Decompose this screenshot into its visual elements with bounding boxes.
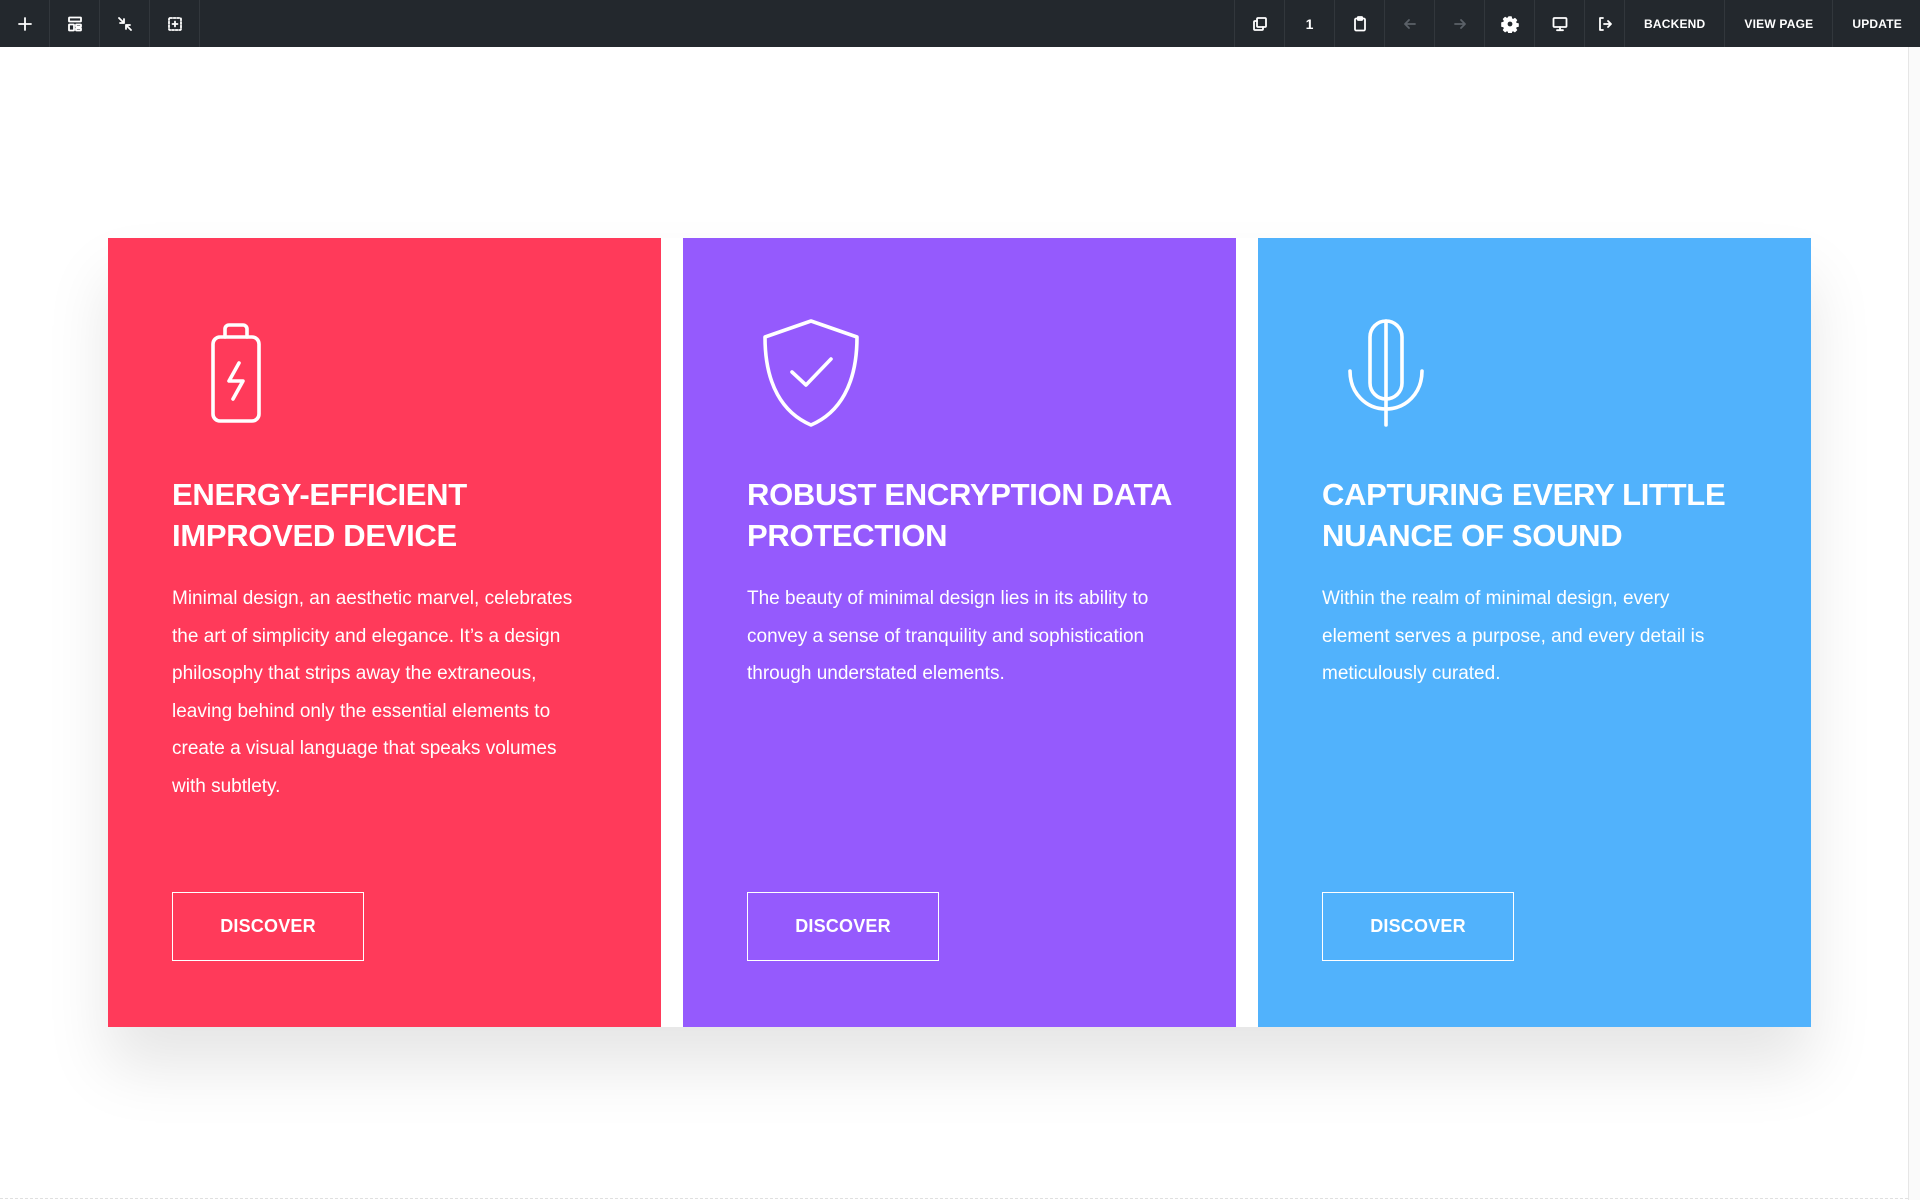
select-region-button[interactable] [150, 0, 200, 47]
copy-pages-icon [1252, 16, 1267, 31]
collapse-button[interactable] [100, 0, 150, 47]
clipboard-button[interactable] [1334, 0, 1384, 47]
page-count-value: 1 [1305, 15, 1314, 32]
settings-button[interactable] [1484, 0, 1534, 47]
arrow-right-icon [1453, 18, 1466, 29]
feature-card-encryption: ROBUST ENCRYPTION DATA PROTECTION The be… [683, 238, 1236, 1027]
responsive-preview-button[interactable] [1534, 0, 1584, 47]
arrow-left-icon [1403, 18, 1416, 29]
gear-icon [1500, 15, 1519, 33]
feature-card-sound: CAPTURING EVERY LITTLE NUANCE OF SOUND W… [1258, 238, 1811, 1027]
microphone-icon [1322, 314, 1450, 432]
feature-card-energy: ENERGY-EFFICIENT IMPROVED DEVICE Minimal… [108, 238, 661, 1027]
undo-button[interactable] [1384, 0, 1434, 47]
plus-icon [17, 16, 32, 31]
add-element-button[interactable] [0, 0, 50, 47]
page-count[interactable]: 1 [1284, 0, 1334, 47]
builder-toolbar: 1 BACKEND VIEW PAGE UPDATE [0, 0, 1920, 47]
toolbar-right-group: 1 BACKEND VIEW PAGE UPDATE [1234, 0, 1920, 47]
exit-icon [1598, 16, 1612, 31]
card-description: Within the realm of minimal design, ever… [1322, 588, 1705, 684]
shield-check-icon [747, 314, 875, 432]
exit-button[interactable] [1584, 0, 1624, 47]
page-scrollbar[interactable] [1908, 47, 1920, 1200]
card-title: ROBUST ENCRYPTION DATA PROTECTION [747, 477, 1171, 553]
backend-button[interactable]: BACKEND [1624, 0, 1724, 47]
update-button[interactable]: UPDATE [1832, 0, 1920, 47]
discover-button[interactable]: DISCOVER [172, 892, 364, 961]
view-page-button[interactable]: VIEW PAGE [1724, 0, 1832, 47]
clipboard-icon [1353, 15, 1366, 31]
battery-icon [172, 314, 300, 432]
desktop-icon [1552, 16, 1567, 31]
collapse-icon [117, 16, 132, 31]
layout-button[interactable] [50, 0, 100, 47]
discover-button[interactable]: DISCOVER [747, 892, 939, 961]
card-description: Minimal design, an aesthetic marvel, cel… [172, 588, 573, 797]
feature-cards: ENERGY-EFFICIENT IMPROVED DEVICE Minimal… [108, 238, 1811, 1027]
card-title: ENERGY-EFFICIENT IMPROVED DEVICE [172, 477, 467, 553]
layout-icon [67, 16, 82, 31]
discover-button[interactable]: DISCOVER [1322, 892, 1514, 961]
card-title: CAPTURING EVERY LITTLE NUANCE OF SOUND [1322, 477, 1726, 553]
toolbar-left-group [0, 0, 200, 47]
redo-button[interactable] [1434, 0, 1484, 47]
pages-button[interactable] [1234, 0, 1284, 47]
card-description: The beauty of minimal design lies in its… [747, 588, 1149, 684]
select-region-icon [167, 16, 182, 31]
